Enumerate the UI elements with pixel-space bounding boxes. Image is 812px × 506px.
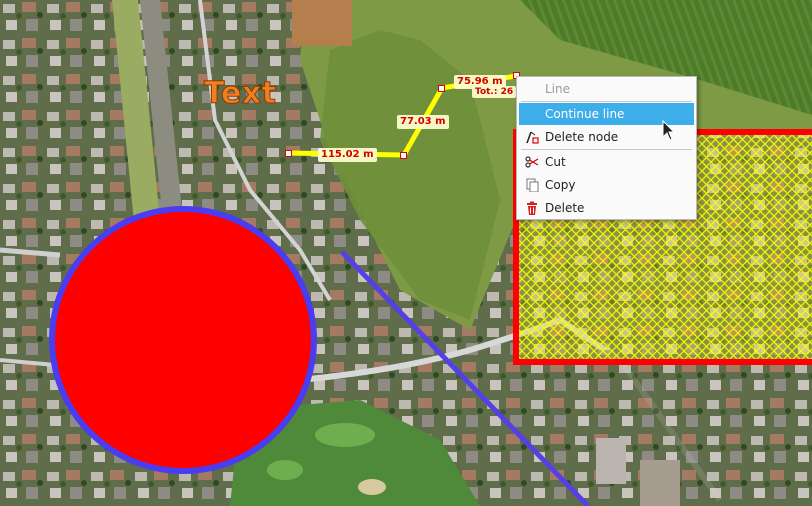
measure-node[interactable] xyxy=(400,152,407,159)
sports-field xyxy=(292,0,352,46)
menu-item-label: Delete node xyxy=(545,130,619,144)
mouse-cursor-icon xyxy=(662,120,676,141)
menu-item-label: Copy xyxy=(545,178,576,192)
copy-icon xyxy=(526,178,539,192)
menu-item-label: Cut xyxy=(545,155,566,169)
total-length-label: Tot.: 26 xyxy=(472,86,517,98)
circle-shape[interactable] xyxy=(49,206,317,474)
menu-item-delete[interactable]: Delete xyxy=(519,197,694,219)
context-menu: Line Continue line Delete node Cut Copy xyxy=(516,76,697,220)
trash-icon xyxy=(527,201,537,215)
menu-item-label: Delete xyxy=(545,201,585,215)
menu-separator xyxy=(521,149,692,150)
scissors-icon xyxy=(525,156,539,168)
delete-node-icon xyxy=(526,131,539,144)
context-menu-title: Line xyxy=(545,82,571,96)
measure-node[interactable] xyxy=(438,85,445,92)
menu-item-cut[interactable]: Cut xyxy=(519,151,694,173)
map-text-annotation[interactable]: Text xyxy=(204,76,277,112)
menu-separator xyxy=(521,101,692,102)
menu-item-copy[interactable]: Copy xyxy=(519,174,694,196)
menu-item-label: Continue line xyxy=(545,107,625,121)
segment-length-label: 115.02 m xyxy=(318,148,377,162)
measure-node[interactable] xyxy=(285,150,292,157)
segment-length-label: 77.03 m xyxy=(397,115,449,129)
